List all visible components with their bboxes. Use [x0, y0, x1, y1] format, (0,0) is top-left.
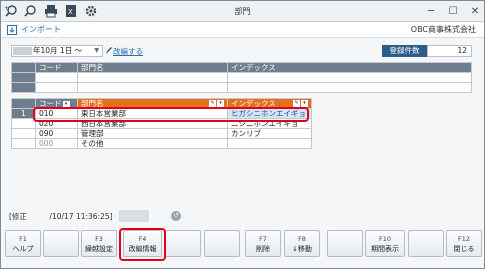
col-header-code: コード [35, 62, 78, 73]
f8-move-button[interactable]: F8 ↓移動 [284, 230, 320, 257]
f11-button[interactable] [408, 230, 444, 257]
f7-delete-button[interactable]: F7 削除 [245, 230, 281, 257]
date-select[interactable]: 年10月 1日 ～ ▼ [11, 45, 103, 57]
table-row[interactable]: 4 000 その他 [11, 138, 312, 149]
department-table: コード ▾ 部門名 ▾ ✎ インデックス ▾ ✎ 1 010 東日本営業部 ヒガシニホンエ… [11, 98, 312, 149]
import-icon[interactable] [7, 25, 17, 35]
kaihen-link[interactable]: 改編する [113, 46, 143, 57]
f4-callout [119, 228, 166, 261]
f12-close-button[interactable]: F12 閉じる [446, 230, 482, 257]
edit-icon[interactable]: ✎ [209, 100, 216, 107]
history-row[interactable] [11, 72, 472, 83]
col-header-index: インデックス [227, 62, 472, 73]
date-value: 年10月 1日 ～ [33, 46, 83, 55]
table-row[interactable]: 3 090 管理部 カンリブ [11, 128, 312, 139]
history-table: コード 部門名 インデックス [11, 62, 472, 93]
titlebar: + X 部門 ─ ☐ ✕ [1, 1, 484, 22]
f3-carryover-button[interactable]: F3 繰越設定 [81, 230, 117, 257]
status-masked [119, 210, 149, 222]
minimize-icon[interactable]: ─ [424, 4, 438, 18]
year-masked [13, 47, 32, 55]
app-window: + X 部門 ─ ☐ ✕ インポート OBC商事株式会社 年10月 1日 ～ ▼… [0, 0, 485, 269]
history-row[interactable] [11, 82, 472, 93]
window-controls: ─ ☐ ✕ [424, 4, 482, 18]
f1-help-button[interactable]: F1 ヘルプ [5, 230, 41, 257]
count-label: 登録件数 [382, 45, 427, 57]
history-header-row: コード 部門名 インデックス [11, 62, 472, 73]
pencil-icon [106, 47, 112, 54]
status-text: [修正 /10/17 11:36:25] [9, 212, 113, 221]
f10-period-display-button[interactable]: F10 期間表示 [365, 230, 405, 257]
company-name: OBC商事株式会社 [410, 25, 476, 34]
import-link[interactable]: インポート [21, 24, 61, 35]
info-icon[interactable]: ↺ [171, 211, 181, 221]
chevron-down-icon[interactable]: ▼ [94, 46, 99, 56]
f9-button[interactable] [327, 230, 363, 257]
selected-row-callout [33, 107, 309, 122]
f5-button[interactable] [165, 230, 201, 257]
maximize-icon[interactable]: ☐ [446, 4, 460, 18]
window-title: 部門 [234, 7, 251, 16]
row-header-cell [11, 62, 36, 73]
sort-icon[interactable]: ▾ [217, 100, 224, 107]
sort-icon[interactable]: ▾ [301, 100, 308, 107]
edit-icon[interactable]: ✎ [293, 100, 300, 107]
f2-button[interactable] [43, 230, 79, 257]
sub-toolbar: インポート OBC商事株式会社 [1, 22, 484, 38]
close-icon[interactable]: ✕ [468, 4, 482, 18]
f6-button[interactable] [204, 230, 240, 257]
col-header-name: 部門名 [77, 62, 228, 73]
count-value: 12 [427, 45, 472, 57]
row-header-cell [11, 98, 36, 109]
